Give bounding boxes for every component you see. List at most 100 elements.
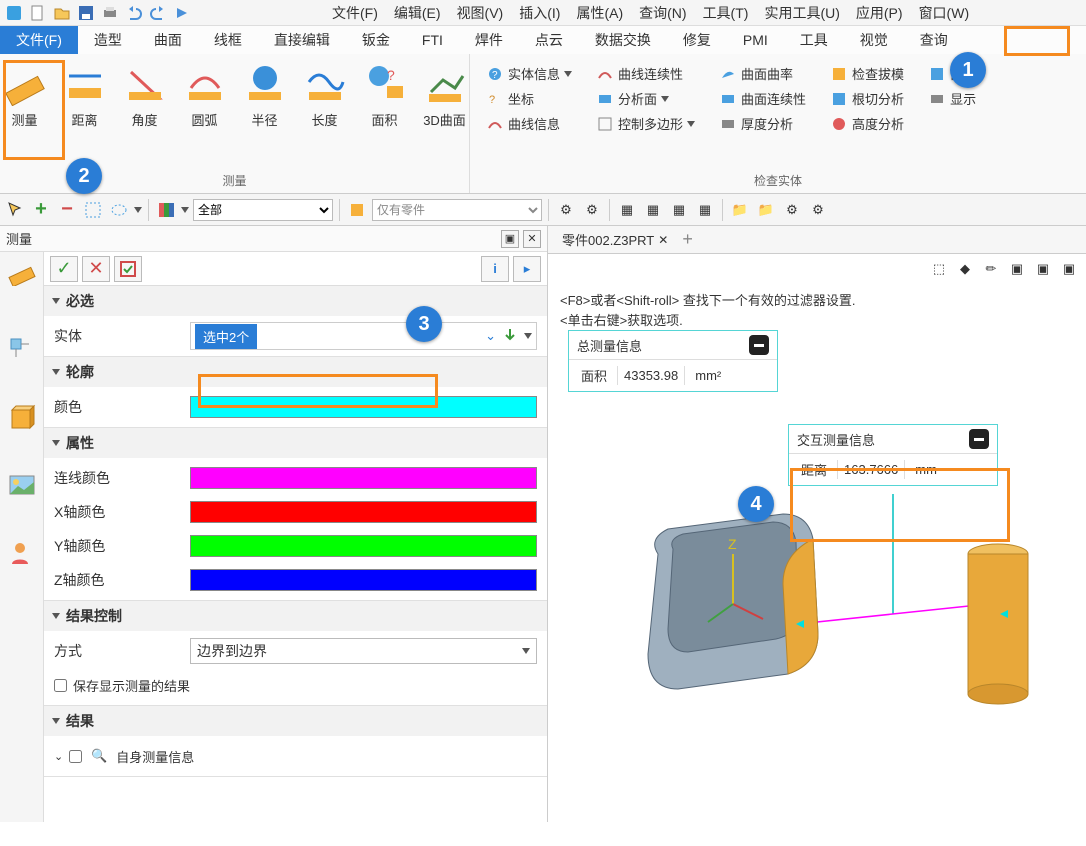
align-icon[interactable]: ▦ (694, 199, 716, 221)
apply-button[interactable] (114, 256, 142, 282)
sbtn-undercut[interactable]: 根切分析 (826, 87, 908, 110)
sb-ruler-icon[interactable] (6, 256, 38, 288)
align-icon[interactable]: ▦ (642, 199, 664, 221)
sbtn-entity-info[interactable]: ?实体信息 (482, 62, 576, 85)
result-tree-item[interactable]: ⌄ 🔍 自身测量信息 (54, 742, 537, 770)
sbtn-surf-curv[interactable]: 曲面曲率 (715, 62, 810, 85)
print-icon[interactable] (100, 3, 120, 23)
minus-icon[interactable]: − (56, 199, 78, 221)
menu-tools[interactable]: 工具(T) (695, 0, 757, 26)
sbtn-curve-cont[interactable]: 曲线连续性 (592, 62, 699, 85)
menu-insert[interactable]: 插入(I) (511, 0, 568, 26)
tool-icon[interactable]: ⚙ (555, 199, 577, 221)
section-header[interactable]: 必选 (44, 286, 547, 316)
view-icon[interactable]: ⬚ (928, 258, 950, 280)
menu-view[interactable]: 视图(V) (449, 0, 512, 26)
menu-util[interactable]: 实用工具(U) (756, 0, 847, 26)
cube-icon[interactable]: ▣ (1058, 258, 1080, 280)
sb-person-icon[interactable] (6, 538, 38, 570)
section-header[interactable]: 结果控制 (44, 601, 547, 631)
ribbon-tab-point[interactable]: 点云 (519, 26, 579, 54)
sbtn-analyze-face[interactable]: 分析面 (592, 87, 699, 110)
folder-icon[interactable]: 📁 (755, 199, 777, 221)
close-icon[interactable]: ✕ (658, 233, 668, 247)
color-swatch-z[interactable] (190, 569, 537, 591)
ribbon-tab-file[interactable]: 文件(F) (0, 26, 78, 54)
dropdown-icon[interactable] (524, 333, 532, 339)
save-results-checkbox[interactable]: 保存显示测量的结果 (54, 676, 190, 695)
plus-icon[interactable]: + (30, 199, 52, 221)
add-tab-icon[interactable]: + (682, 229, 693, 250)
ribbon-tab-fti[interactable]: FTI (406, 26, 459, 54)
panel-close-icon[interactable]: ✕ (523, 230, 541, 248)
menu-app[interactable]: 应用(P) (848, 0, 911, 26)
cube-icon[interactable]: ▣ (1006, 258, 1028, 280)
play-icon[interactable] (172, 3, 192, 23)
ribbon-tab-surface[interactable]: 曲面 (138, 26, 198, 54)
ok-button[interactable]: ✓ (50, 256, 78, 282)
eraser-icon[interactable]: ✏ (980, 258, 1002, 280)
tool-icon[interactable]: ⚙ (581, 199, 603, 221)
align-icon[interactable]: ▦ (668, 199, 690, 221)
color-swatch-x[interactable] (190, 501, 537, 523)
menu-window[interactable]: 窗口(W) (911, 0, 978, 26)
ribbon-tab-sheet[interactable]: 钣金 (346, 26, 406, 54)
ribbon-tab-tools[interactable]: 工具 (784, 26, 844, 54)
dropdown-icon[interactable] (181, 207, 189, 213)
cancel-button[interactable]: ✕ (82, 256, 110, 282)
ribbon-tab-wire[interactable]: 线框 (198, 26, 258, 54)
filter-parts-select[interactable]: 仅有零件 (372, 199, 542, 221)
panel-restore-icon[interactable]: ▣ (501, 230, 519, 248)
section-header[interactable]: 结果 (44, 706, 547, 736)
ribbon-tab-weld[interactable]: 焊件 (459, 26, 519, 54)
filter-all-select[interactable]: 全部 (193, 199, 333, 221)
ribbon-tab-data[interactable]: 数据交换 (579, 26, 667, 54)
info-button[interactable]: i (481, 256, 509, 282)
sb-cube-icon[interactable] (6, 402, 38, 434)
rbtn-radius[interactable]: 半径 (237, 58, 293, 170)
sbtn-curve-info[interactable]: 曲线信息 (482, 112, 576, 135)
redo-icon[interactable] (148, 3, 168, 23)
section-header[interactable]: 轮廓 (44, 357, 547, 387)
cube-icon[interactable]: ▣ (1032, 258, 1054, 280)
color-swatch-y[interactable] (190, 535, 537, 557)
sb-image-icon[interactable] (6, 470, 38, 502)
sbtn-ctrl-poly[interactable]: 控制多边形 (592, 112, 699, 135)
rbtn-3dsurf[interactable]: 3D曲面 (417, 58, 473, 170)
color-swatch-contour[interactable] (190, 396, 537, 418)
view-icon[interactable]: ◆ (954, 258, 976, 280)
collapse-button[interactable]: ▸ (513, 256, 541, 282)
entity-input[interactable]: 选中2个 (195, 324, 257, 349)
ribbon-tab-visual[interactable]: 视觉 (844, 26, 904, 54)
select-lasso-icon[interactable] (108, 199, 130, 221)
menu-attr[interactable]: 属性(A) (568, 0, 631, 26)
rbtn-distance[interactable]: 距离 (57, 58, 113, 170)
section-header[interactable]: 属性 (44, 428, 547, 458)
rbtn-angle[interactable]: 角度 (117, 58, 173, 170)
sbtn-check-draft[interactable]: 检查拔模 (826, 62, 908, 85)
undo-icon[interactable] (124, 3, 144, 23)
ribbon-tab-direct[interactable]: 直接编辑 (258, 26, 346, 54)
menu-file[interactable]: 文件(F) (324, 0, 386, 26)
ribbon-tab-model[interactable]: 造型 (78, 26, 138, 54)
pick-icon[interactable] (502, 327, 518, 346)
select-rect-icon[interactable] (82, 199, 104, 221)
viewport[interactable]: <F8>或者<Shift-roll> 查找下一个有效的过滤器设置. <单击右键>… (548, 284, 1086, 822)
rbtn-arc[interactable]: 圆弧 (177, 58, 233, 170)
ribbon-tab-repair[interactable]: 修复 (667, 26, 727, 54)
menu-query[interactable]: 查询(N) (631, 0, 694, 26)
cube-icon[interactable] (346, 199, 368, 221)
menu-edit[interactable]: 编辑(E) (386, 0, 449, 26)
rbtn-area[interactable]: ?面积 (357, 58, 413, 170)
color-swatch-line[interactable] (190, 467, 537, 489)
dropdown-icon[interactable] (134, 207, 142, 213)
new-icon[interactable] (28, 3, 48, 23)
gear-icon[interactable]: ⚙ (807, 199, 829, 221)
sbtn-coord[interactable]: ?坐标 (482, 87, 576, 110)
sb-tree-icon[interactable] (6, 334, 38, 366)
palette-icon[interactable] (155, 199, 177, 221)
mode-select[interactable]: 边界到边界 (190, 638, 537, 664)
align-icon[interactable]: ▦ (616, 199, 638, 221)
sbtn-display[interactable]: 显示 (924, 87, 980, 110)
chevron-down-icon[interactable]: ⌄ (485, 328, 496, 344)
